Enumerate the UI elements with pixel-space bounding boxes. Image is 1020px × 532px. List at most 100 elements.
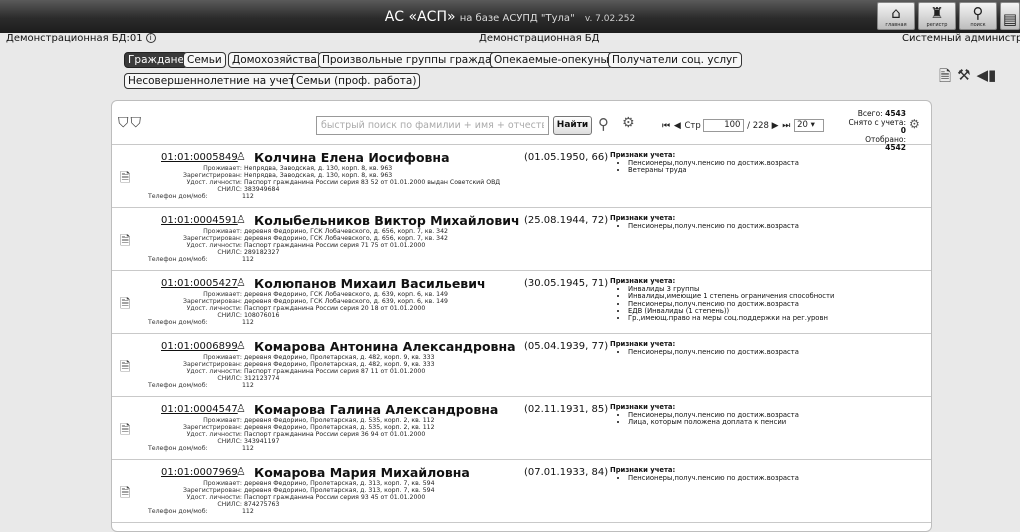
record-id-link[interactable]: 01:01:0005427 [161, 278, 238, 289]
advanced-search-icon[interactable]: ⚙ [622, 115, 635, 131]
next-page-icon[interactable]: ▶ [772, 121, 780, 131]
signs-header: Признаки учета: [610, 151, 676, 159]
more-button[interactable]: ▤ [1000, 2, 1020, 30]
tools-icon[interactable]: ⚒ [957, 66, 970, 91]
tab-guardians[interactable]: Опекаемые-опекуны [490, 52, 613, 68]
person-name[interactable]: Комарова Галина Александровна [254, 402, 498, 417]
search-person-button-label: поиск [970, 22, 986, 28]
person-icon: ♙ [236, 213, 246, 226]
removed-label: Снято с учета: [848, 117, 906, 127]
person-icon: ♙ [236, 150, 246, 163]
phone-value: 112 [242, 319, 254, 326]
birth-date-age: (01.05.1950, 66) [524, 152, 609, 163]
record-id-link[interactable]: 01:01:0004547 [161, 404, 238, 415]
sign-item: Пенсионеры,получ.пенсию по достиж.возрас… [628, 348, 910, 356]
id-doc-label: Удост. личности: [186, 431, 242, 438]
lives-value: деревня Федорино, Пролетарская, д. 313, … [244, 480, 435, 487]
registration-signs: Признаки учета: Пенсионеры,получ.пенсию … [610, 340, 910, 356]
lives-value: Непрядва, Заводская, д. 130, корп. 8, кв… [244, 165, 393, 172]
tab-families[interactable]: Семьи [183, 52, 226, 68]
record-id-link[interactable]: 01:01:0004591 [161, 215, 238, 226]
find-button[interactable]: Найти [553, 116, 592, 135]
record-row: 🗎 01:01:0007969 ♙ Комарова Мария Михайло… [112, 460, 931, 523]
card-icon[interactable]: 🗎 [120, 169, 130, 191]
record-id-link[interactable]: 01:01:0005849 [161, 152, 238, 163]
first-page-icon[interactable]: ⏮ [662, 121, 671, 131]
tab-households[interactable]: Домохозяйства [228, 52, 321, 68]
report-icon[interactable]: 🗎 [939, 66, 951, 91]
person-name[interactable]: Колюпанов Михаил Васильевич [254, 276, 486, 291]
phone-label: Телефон дом/моб: [148, 508, 208, 515]
card-icon[interactable]: 🗎 [120, 484, 130, 506]
record-id-link[interactable]: 01:01:0006899 [161, 341, 238, 352]
registry-button-label: регистр [926, 22, 948, 28]
card-icon[interactable]: 🗎 [120, 295, 130, 317]
registered-label: Зарегистрирован: [182, 424, 242, 431]
gear-icon[interactable]: ⚙ [909, 117, 920, 131]
lives-value: деревня Федорино, Пролетарская, д. 482, … [244, 354, 435, 361]
phone-value: 112 [242, 382, 254, 389]
person-name[interactable]: Колчина Елена Иосифовна [254, 150, 450, 165]
person-icon: ♙ [236, 465, 246, 478]
info-icon[interactable]: i [145, 33, 156, 43]
magnifier-icon[interactable]: ⚲ [598, 115, 609, 133]
lives-label: Проживает: [203, 291, 242, 298]
person-name[interactable]: Комарова Антонина Александровна [254, 339, 516, 354]
tab-service-recipients[interactable]: Получатели соц. услуг [608, 52, 742, 68]
card-icon[interactable]: 🗎 [120, 421, 130, 443]
more-icon: ▤ [1002, 10, 1018, 28]
last-page-icon[interactable]: ⏭ [782, 121, 791, 131]
person-name[interactable]: Колыбельников Виктор Михайлович [254, 213, 520, 228]
page-number-input[interactable]: 100 [703, 119, 745, 132]
snils-value: 312123774 [244, 375, 280, 382]
info-bar: Демонстрационная БД:01 i Демонстрационна… [0, 33, 1020, 45]
person-name[interactable]: Комарова Мария Михайловна [254, 465, 470, 480]
page-total: / 228 [747, 121, 769, 131]
home-button[interactable]: ⌂ главная [877, 2, 915, 30]
tab-citizens[interactable]: Граждане [124, 52, 188, 68]
page-size-select[interactable]: 20 ▾ [794, 119, 825, 132]
sign-item: Пенсионеры,получ.пенсию по достиж.возрас… [628, 222, 910, 230]
person-details: Проживает: деревня Федорино, Пролетарская… [148, 480, 570, 515]
person-details: Проживает: деревня Федорино, Пролетарская… [148, 354, 570, 389]
registered-value: деревня Федорино, Пролетарская, д. 482, … [244, 361, 435, 368]
signs-header: Признаки учета: [610, 277, 676, 285]
tab-custom-groups[interactable]: Произвольные группы граждан [318, 52, 503, 68]
prev-page-icon[interactable]: ◀ [674, 121, 682, 131]
record-row: 🗎 01:01:0006899 ♙ Комарова Антонина Алек… [112, 334, 931, 397]
export-icon[interactable]: ◀▮ [977, 66, 997, 91]
app-title-base: на базе АСУПД "Тула" [459, 13, 575, 24]
record-row: 🗎 01:01:0005849 ♙ Колчина Елена Иосифовн… [112, 145, 931, 208]
card-icon[interactable]: 🗎 [120, 358, 130, 380]
snils-label: СНИЛС: [217, 249, 242, 256]
id-doc-value: Паспорт гражданина России серия 71 75 от… [244, 242, 426, 249]
person-details: Проживает: деревня Федорино, ГСК Лобачевс… [148, 228, 570, 263]
registration-signs: Признаки учета: Пенсионеры,получ.пенсию … [610, 403, 910, 427]
signs-header: Признаки учета: [610, 403, 676, 411]
person-details: Проживает: Непрядва, Заводская, д. 130, к… [148, 165, 570, 200]
sign-item: Гр.,имеющ.право на меры соц.поддержки на… [628, 314, 910, 322]
registered-value: деревня Федорино, ГСК Лобачевского, д. 6… [244, 298, 448, 305]
registered-value: деревня Федорино, Пролетарская, д. 313, … [244, 487, 435, 494]
tab-prof-families[interactable]: Семьи (проф. работа) [292, 73, 421, 89]
page-label: Стр [684, 121, 701, 131]
search-person-button[interactable]: ⚲ поиск [959, 2, 997, 30]
record-id-link[interactable]: 01:01:0007969 [161, 467, 238, 478]
registered-value: Непрядва, Заводская, д. 130, корп. 8, кв… [244, 172, 393, 179]
birth-date-age: (25.08.1944, 72) [524, 215, 609, 226]
birth-date-age: (07.01.1933, 84) [524, 467, 609, 478]
person-icon: ♙ [236, 339, 246, 352]
registered-value: деревня Федорино, Пролетарская, д. 535, … [244, 424, 435, 431]
tab-minors[interactable]: Несовершеннолетние на учете [124, 73, 305, 89]
lives-label: Проживает: [203, 165, 242, 172]
registered-label: Зарегистрирован: [182, 361, 242, 368]
filter-icons[interactable]: ⛉⛉ [118, 115, 143, 131]
current-user[interactable]: Системный администрат [902, 33, 1020, 45]
birth-date-age: (02.11.1931, 85) [524, 404, 609, 415]
quick-search-input[interactable] [316, 116, 549, 135]
center-database-name: Демонстрационная БД [479, 33, 600, 44]
signs-header: Признаки учета: [610, 214, 676, 222]
registry-button[interactable]: ♜ регистр [918, 2, 956, 30]
person-icon: ♙ [236, 402, 246, 415]
card-icon[interactable]: 🗎 [120, 232, 130, 254]
